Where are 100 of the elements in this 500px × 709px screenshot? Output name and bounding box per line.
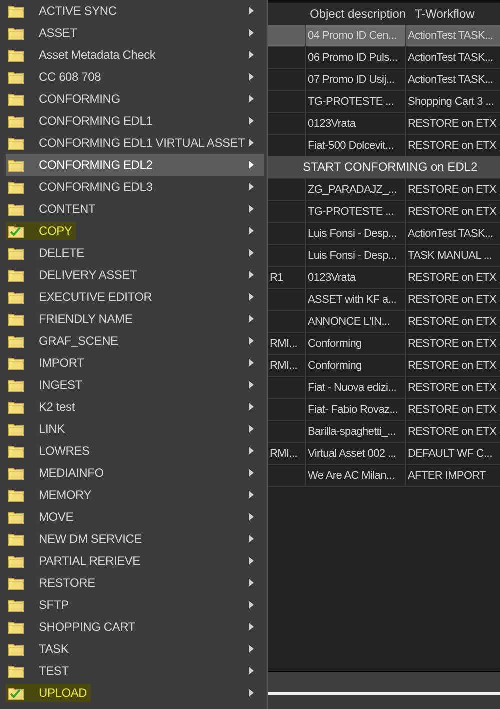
- table-cell: Fiat - Nuova edizi...: [308, 382, 396, 394]
- folder-icon: [8, 26, 24, 40]
- menu-item-label: GRAF_SCENE: [39, 334, 118, 348]
- submenu-arrow-icon: [249, 535, 254, 543]
- column-header[interactable]: Object description: [305, 7, 410, 21]
- menu-item[interactable]: RESTORE: [0, 572, 264, 594]
- menu-item[interactable]: EXECUTIVE EDITOR: [0, 286, 264, 308]
- table-row[interactable]: ASSET with KF a... RESTORE on ETX: [268, 289, 500, 311]
- table-row[interactable]: RMI... Virtual Asset 002 ... DEFAULT WF C...: [268, 443, 500, 465]
- menu-item[interactable]: UPLOAD: [0, 682, 264, 704]
- menu-item[interactable]: LOWRES: [0, 440, 264, 462]
- menu-item-label: CONFORMING EDL1 VIRTUAL ASSET: [39, 136, 246, 150]
- table-row[interactable]: We Are AC Milan... AFTER IMPORT: [268, 465, 500, 487]
- submenu-arrow-icon: [249, 205, 254, 213]
- submenu-arrow-icon: [249, 381, 254, 389]
- table-cell: RESTORE on ETX: [408, 404, 497, 416]
- table-row[interactable]: Fiat - Nuova edizi... RESTORE on ETX: [268, 377, 500, 399]
- submenu-item[interactable]: START CONFORMING on EDL2: [268, 156, 500, 178]
- submenu-arrow-icon: [249, 359, 254, 367]
- table-cell: RESTORE on ETX: [408, 272, 497, 284]
- menu-item[interactable]: MOVE: [0, 506, 264, 528]
- submenu-arrow-icon: [249, 29, 254, 37]
- table-cell: TASK MANUAL ...: [408, 250, 492, 262]
- submenu-arrow-icon: [249, 51, 254, 59]
- table-row[interactable]: Luis Fonsi - Desp... TASK MANUAL ...: [268, 245, 500, 267]
- table-cell: Luis Fonsi - Desp...: [308, 250, 397, 262]
- menu-item-label: DELIVERY ASSET: [39, 268, 138, 282]
- menu-item-label: CONTENT: [39, 202, 96, 216]
- menu-item[interactable]: TEST: [0, 660, 264, 682]
- table-row[interactable]: Luis Fonsi - Desp... ActionTest TASK...: [268, 223, 500, 245]
- menu-item[interactable]: CONFORMING EDL1 VIRTUAL ASSET: [0, 132, 264, 154]
- menu-item[interactable]: ACTIVE SYNC: [0, 0, 264, 22]
- menu-item[interactable]: MEDIAINFO: [0, 462, 264, 484]
- table-row[interactable]: TG-PROTESTE ... Shopping Cart 3 ...: [268, 91, 500, 113]
- menu-item-label: CONFORMING EDL3: [39, 180, 153, 194]
- table-cell: Fiat-500 Dolcevit...: [308, 140, 394, 152]
- menu-item-label: CONFORMING: [39, 92, 120, 106]
- table-row[interactable]: 0123Vrata RESTORE on ETX: [268, 113, 500, 135]
- menu-item[interactable]: COPY: [0, 220, 264, 242]
- menu-item[interactable]: DELETE: [0, 242, 264, 264]
- submenu-arrow-icon: [249, 227, 254, 235]
- menu-item[interactable]: ASSET: [0, 22, 264, 44]
- table-cell: We Are AC Milan...: [308, 470, 395, 482]
- table-cell: RESTORE on ETX: [408, 360, 497, 372]
- submenu-arrow-icon: [249, 601, 254, 609]
- table-cell: ZG_PARADAJZ_...: [308, 184, 397, 196]
- menu-item[interactable]: MEMORY: [0, 484, 264, 506]
- menu-item[interactable]: SFTP: [0, 594, 264, 616]
- table-row[interactable]: R1 0123Vrata RESTORE on ETX: [268, 267, 500, 289]
- menu-item[interactable]: CONFORMING EDL2: [6, 154, 264, 176]
- menu-item[interactable]: PARTIAL RERIEVE: [0, 550, 264, 572]
- submenu-arrow-icon: [249, 557, 254, 565]
- folder-icon: [8, 70, 24, 84]
- table-row[interactable]: RMI... Conforming RESTORE on ETX: [268, 355, 500, 377]
- menu-item[interactable]: FRIENDLY NAME: [0, 308, 264, 330]
- menu-item[interactable]: K2 test: [0, 396, 264, 418]
- menu-item[interactable]: IMPORT: [0, 352, 264, 374]
- submenu-arrow-icon: [249, 95, 254, 103]
- menu-item[interactable]: INGEST: [0, 374, 264, 396]
- menu-item[interactable]: CONFORMING: [0, 88, 264, 110]
- folder-icon: [8, 466, 24, 480]
- table-row[interactable]: Barilla-spaghetti_... RESTORE on ETX: [268, 421, 500, 443]
- table-row[interactable]: 07 Promo ID Usij... ActionTest TASK...: [268, 69, 500, 91]
- menu-item[interactable]: CONTENT: [0, 198, 264, 220]
- menu-item[interactable]: TASK: [0, 638, 264, 660]
- menu-item-label: Asset Metadata Check: [39, 48, 156, 62]
- table-row[interactable]: Fiat- Fabio Rovaz... RESTORE on ETX: [268, 399, 500, 421]
- folder-icon: [8, 620, 24, 634]
- menu-item[interactable]: NEW DM SERVICE: [0, 528, 264, 550]
- column-header[interactable]: T-Workflow: [410, 7, 500, 21]
- table-cell: RMI...: [270, 338, 298, 350]
- table-cell: RMI...: [270, 448, 298, 460]
- checked-folder-icon: [8, 224, 24, 238]
- folder-icon: [8, 576, 24, 590]
- table-cell: DEFAULT WF C...: [408, 448, 492, 460]
- table-row[interactable]: ZG_PARADAJZ_... RESTORE on ETX: [268, 179, 500, 201]
- menu-item[interactable]: GRAF_SCENE: [0, 330, 264, 352]
- menu-item-label: MEMORY: [39, 488, 92, 502]
- table-cell: 0123Vrata: [308, 272, 356, 284]
- menu-item[interactable]: Asset Metadata Check: [0, 44, 264, 66]
- table-row[interactable]: ANNONCE L'IN... RESTORE on ETX: [268, 311, 500, 333]
- table-cell: RESTORE on ETX: [408, 206, 497, 218]
- menu-item[interactable]: CONFORMING EDL3: [0, 176, 264, 198]
- table-row[interactable]: TG-PROTESTE ... RESTORE on ETX: [268, 201, 500, 223]
- menu-item-label: CONFORMING EDL2: [39, 158, 153, 172]
- folder-icon: [8, 532, 24, 546]
- submenu-arrow-icon: [249, 293, 254, 301]
- table-row[interactable]: RMI... Conforming RESTORE on ETX: [268, 333, 500, 355]
- folder-icon: [8, 136, 24, 150]
- submenu-arrow-icon: [249, 667, 254, 675]
- menu-item[interactable]: SHOPPING CART: [0, 616, 264, 638]
- folder-icon: [8, 246, 24, 260]
- table-row[interactable]: 04 Promo ID Cen... ActionTest TASK...: [268, 25, 500, 47]
- table-row[interactable]: 06 Promo ID Puls... ActionTest TASK...: [268, 47, 500, 69]
- menu-item[interactable]: DELIVERY ASSET: [0, 264, 264, 286]
- menu-item[interactable]: LINK: [0, 418, 264, 440]
- table-cell: 07 Promo ID Usij...: [308, 74, 395, 86]
- menu-item[interactable]: CONFORMING EDL1: [0, 110, 264, 132]
- folder-icon: [8, 290, 24, 304]
- menu-item[interactable]: CC 608 708: [0, 66, 264, 88]
